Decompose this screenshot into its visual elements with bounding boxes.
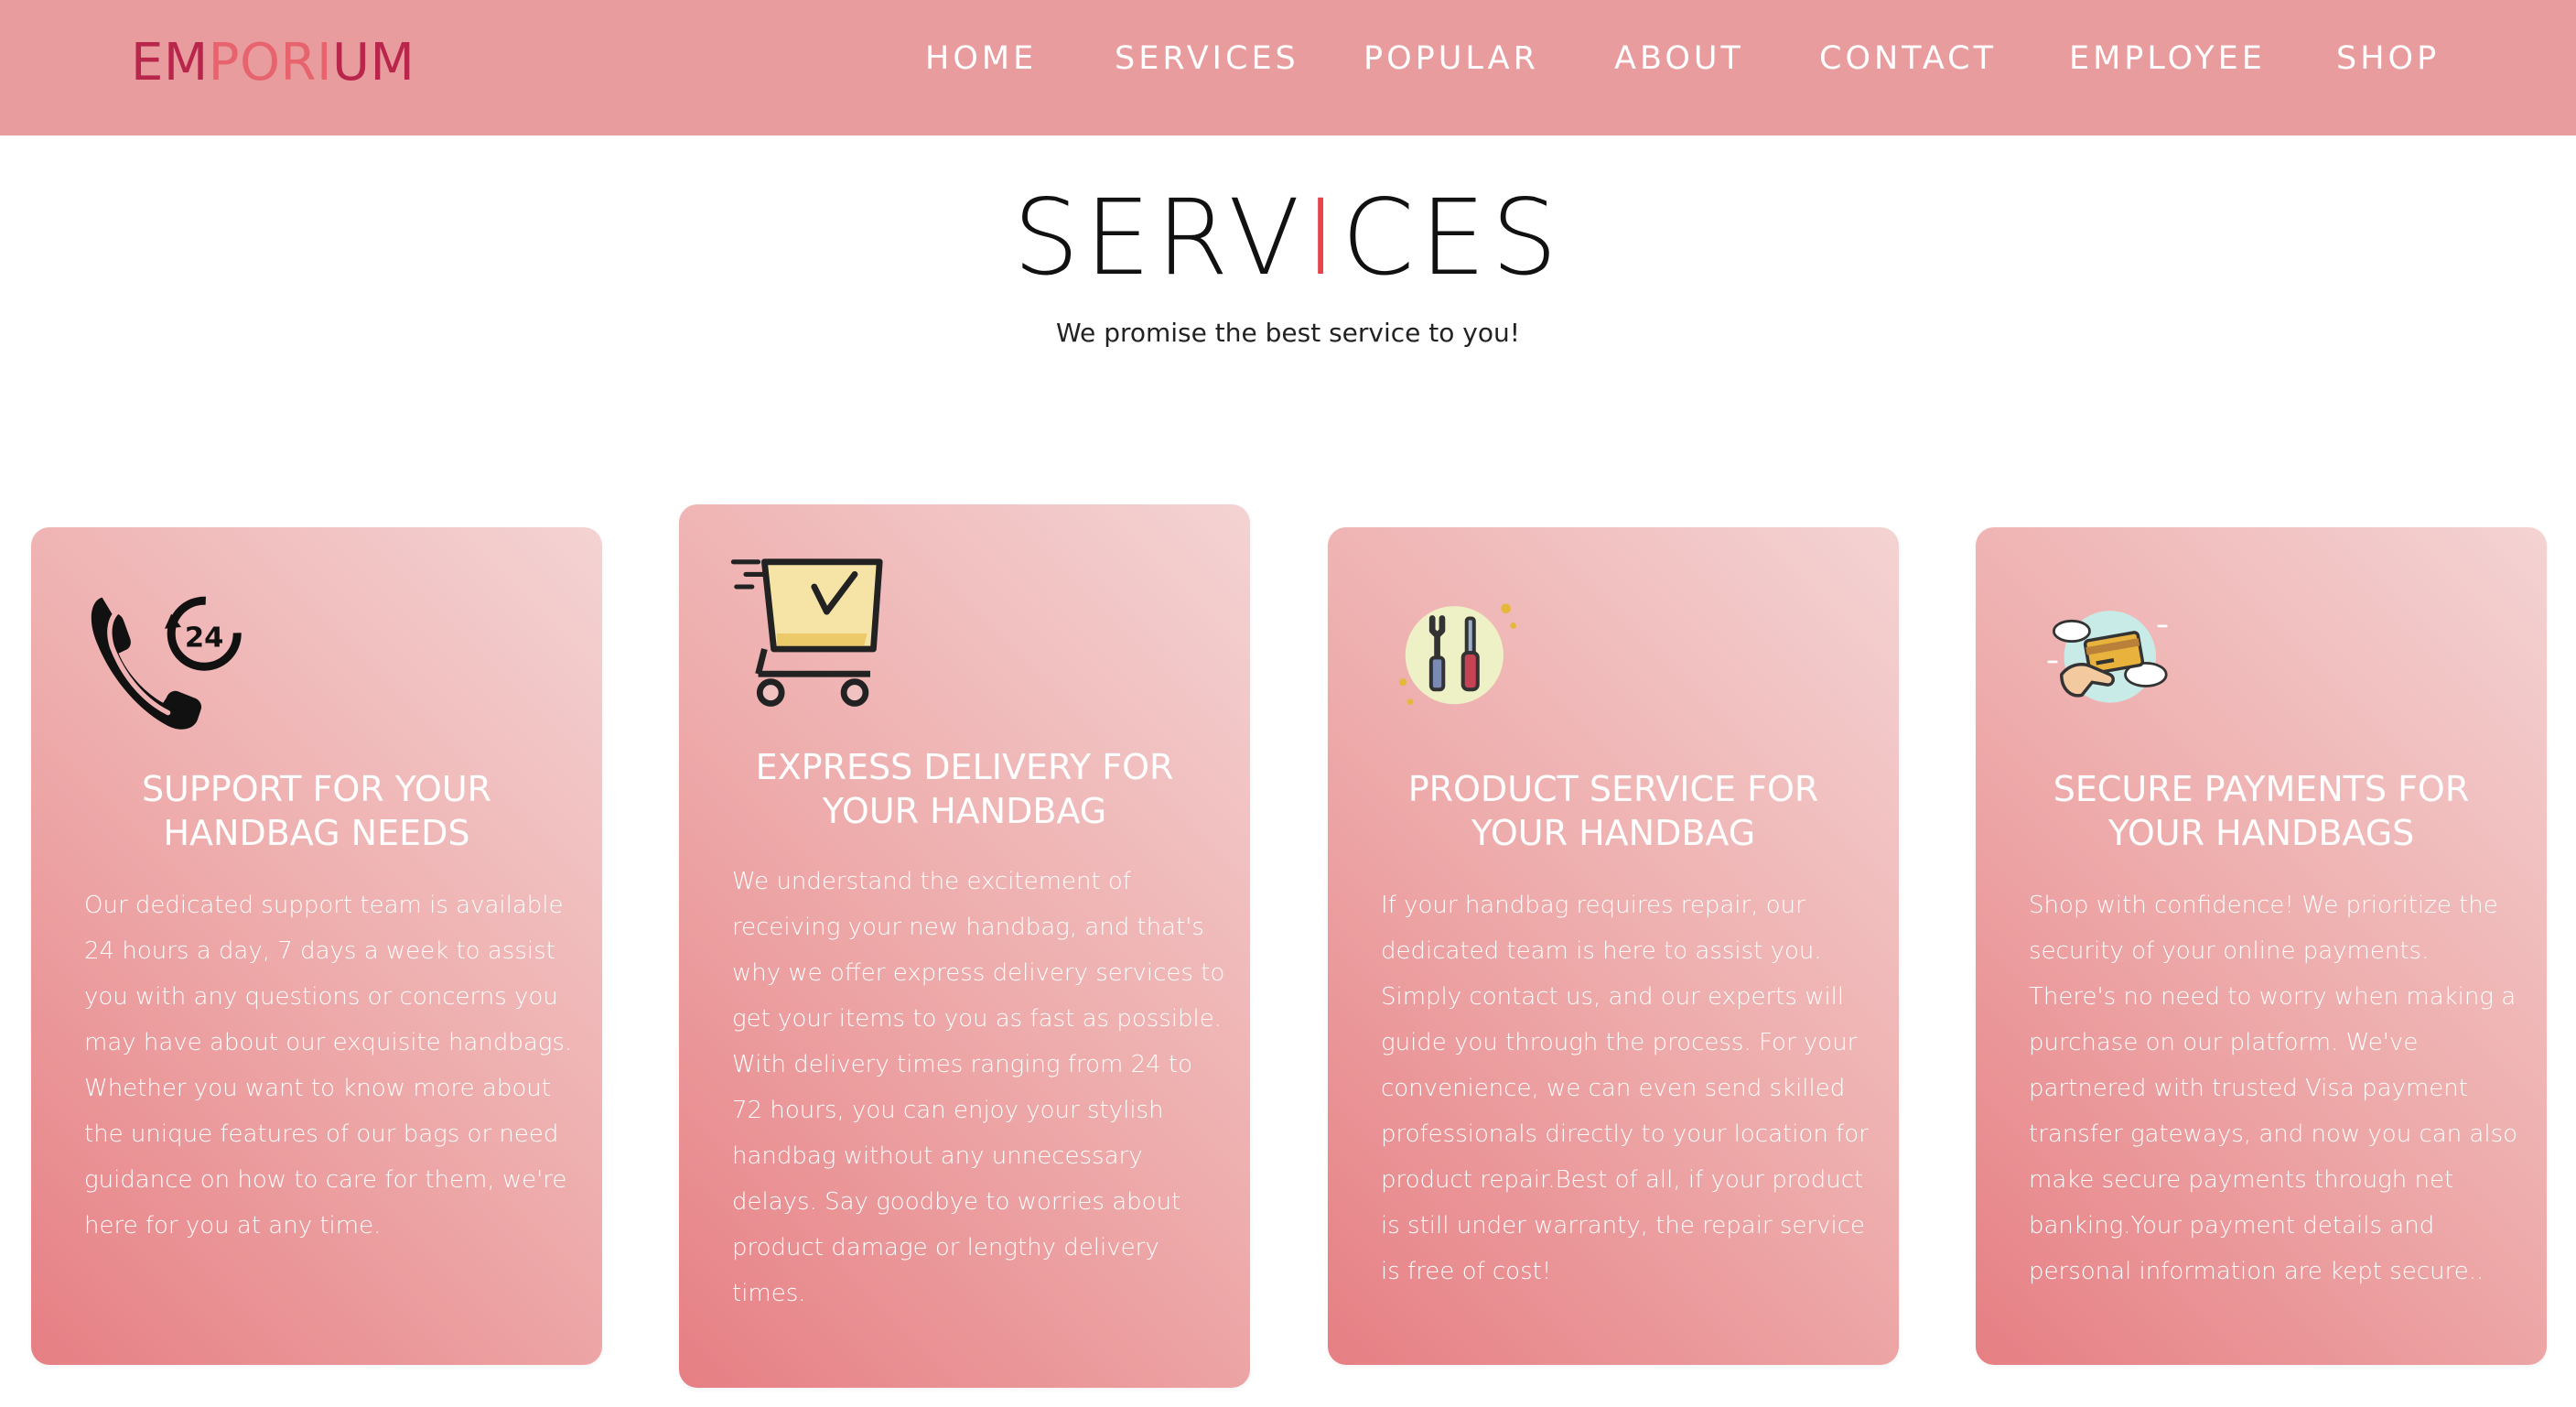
nav-employee-link[interactable]: EMPLOYEE (2069, 35, 2266, 82)
service-card-text: If your handbag requires repair, our ded… (1381, 892, 1869, 1285)
service-card-support[interactable]: 24 SUPPORT FOR YOUR HANDBAG NEEDS Our ded… (31, 527, 602, 1365)
payment-card-icon (2043, 601, 2172, 710)
services-heading-accent: I (1305, 177, 1342, 298)
title-line-2: YOUR HANDBAG (822, 791, 1107, 831)
service-card-text: Our dedicated support team is available … (84, 892, 573, 1239)
service-card-delivery[interactable]: EXPRESS DELIVERY FOR YOUR HANDBAG We unde… (679, 504, 1250, 1388)
service-card-title: SECURE PAYMENTS FOR YOUR HANDBAGS (2003, 767, 2519, 855)
services-heading: SERVICES (0, 174, 2576, 302)
repair-tools-icon (1396, 591, 1518, 714)
shopping-cart-icon (730, 556, 886, 711)
service-card-text: Shop with confidence! We prioritize the … (2029, 892, 2518, 1285)
nav-shop-link[interactable]: SHOP (2336, 35, 2440, 82)
nav-contact-link[interactable]: CONTACT (1819, 35, 1997, 82)
title-line-1: SUPPORT FOR YOUR (141, 769, 492, 809)
service-card-title: EXPRESS DELIVERY FOR YOUR HANDBAG (706, 745, 1223, 833)
service-card-payments[interactable]: SECURE PAYMENTS FOR YOUR HANDBAGS Shop wi… (1976, 527, 2547, 1365)
svg-text:24: 24 (185, 622, 224, 655)
service-card-title: PRODUCT SERVICE FOR YOUR HANDBAG (1355, 767, 1871, 855)
services-heading-part-1: SERV (1013, 177, 1306, 298)
title-line-1: EXPRESS DELIVERY FOR (755, 747, 1174, 787)
service-card-title: SUPPORT FOR YOUR HANDBAG NEEDS (59, 767, 575, 855)
main-nav: HOME SERVICES POPULAR ABOUT CONTACT EMPL… (0, 35, 2576, 82)
nav-home-link[interactable]: HOME (925, 35, 1037, 82)
title-line-2: HANDBAG NEEDS (163, 813, 470, 853)
phone-24-icon: 24 (82, 578, 247, 742)
nav-services-link[interactable]: SERVICES (1115, 35, 1299, 82)
title-line-2: YOUR HANDBAGS (2107, 813, 2415, 853)
nav-about-link[interactable]: ABOUT (1614, 35, 1744, 82)
title-line-1: SECURE PAYMENTS FOR (2053, 769, 2470, 809)
top-navbar: EMPORIUM HOME SERVICES POPULAR ABOUT CON… (0, 0, 2576, 135)
nav-popular-link[interactable]: POPULAR (1363, 35, 1539, 82)
title-line-2: YOUR HANDBAG (1471, 813, 1756, 853)
service-card-text: We understand the excitement of receivin… (732, 868, 1225, 1307)
services-subtitle: We promise the best service to you! (1056, 318, 1520, 348)
service-card-repair[interactable]: PRODUCT SERVICE FOR YOUR HANDBAG If your … (1328, 527, 1899, 1365)
title-line-1: PRODUCT SERVICE FOR (1407, 769, 1819, 809)
services-heading-part-2: CES (1341, 177, 1563, 298)
